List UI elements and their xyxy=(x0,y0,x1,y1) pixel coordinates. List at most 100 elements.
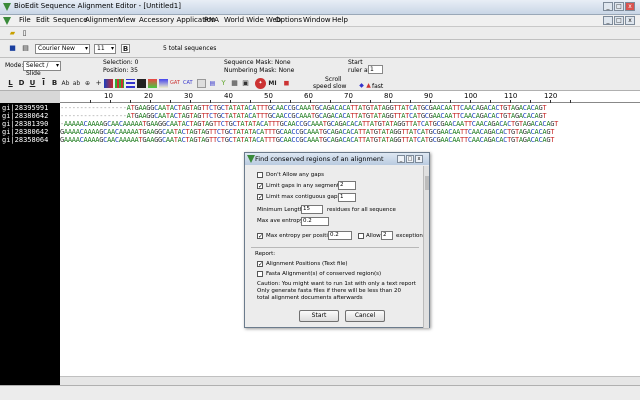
limit-gaps-input[interactable]: 2 xyxy=(338,181,356,190)
info-icon[interactable]: ▤ xyxy=(208,79,217,88)
cat-icon[interactable]: CAT xyxy=(183,79,193,88)
sequence-row[interactable]: -----------------ATGAAGGCAATACTAGTAGTTCT… xyxy=(60,112,547,120)
sequence-count: 5 total sequences xyxy=(163,45,217,52)
ruler-label: 70 xyxy=(344,92,353,100)
doc-close-button[interactable]: x xyxy=(625,16,635,25)
fasta-alignments-checkbox[interactable] xyxy=(257,271,263,277)
only-generate-text: Only generate fasta files if there will … xyxy=(257,288,402,294)
bar-icon[interactable] xyxy=(126,79,135,88)
maximize-button[interactable]: □ xyxy=(614,2,624,11)
ruler-label: 10 xyxy=(104,92,113,100)
fasta-alignments-label: Fasta Alignment(s) of conserved region(s… xyxy=(266,271,382,277)
limit-gaps-checkbox[interactable]: ✓ xyxy=(257,183,263,190)
ruler-label: 100 xyxy=(464,92,478,100)
limit-contiguous-checkbox[interactable]: ✓ xyxy=(257,194,263,201)
insert-gap-icon[interactable]: + xyxy=(94,79,103,88)
dialog-scroll-thumb[interactable] xyxy=(425,176,429,190)
base: T xyxy=(554,120,559,128)
shade-icon[interactable] xyxy=(115,79,124,88)
gradient-icon[interactable] xyxy=(159,79,168,88)
highlight-icon[interactable] xyxy=(148,79,157,88)
sequence-row[interactable]: -AAAAACAAAAGCAACAAAAATGAAGGCAATACTAGTAGT… xyxy=(60,120,558,128)
menu-alignment[interactable]: Alignment xyxy=(85,16,121,24)
menu-view[interactable]: View xyxy=(119,16,136,24)
sequence-name[interactable]: gi|28395991 xyxy=(2,104,48,112)
dialog-scrollbar[interactable] xyxy=(423,166,429,328)
restriction-map-icon[interactable]: ✦ xyxy=(255,78,266,89)
print-icon[interactable]: ▤ xyxy=(21,44,30,53)
ruler-label: 80 xyxy=(384,92,393,100)
table-icon[interactable]: ▣ xyxy=(241,79,250,88)
grid-icon[interactable]: ▦ xyxy=(230,79,239,88)
max-entropy-label: Max entropy per position: xyxy=(266,233,337,239)
doc-restore-button[interactable]: □ xyxy=(614,16,624,25)
start-ruler-input[interactable]: 1 xyxy=(368,65,383,74)
menu-options[interactable]: Options xyxy=(275,16,302,24)
double-bold-icon[interactable]: D xyxy=(17,79,26,88)
sequence-format-icon[interactable]: Ab xyxy=(61,79,70,88)
ruler-label: 30 xyxy=(184,92,193,100)
dialog-close-button[interactable]: x xyxy=(415,155,423,163)
ruler-label: 90 xyxy=(424,92,433,100)
sequence-row[interactable]: GAAAACAAAAGCAACAAAAATGAAGGCAATACTAGTAGTT… xyxy=(60,128,554,136)
gat-icon[interactable]: GAT xyxy=(170,79,180,88)
max-ave-entropy-label: Max ave entropy xyxy=(257,218,304,224)
limit-contiguous-input[interactable]: 1 xyxy=(338,193,356,202)
menu-file[interactable]: File xyxy=(19,16,31,24)
menu-help[interactable]: Help xyxy=(332,16,348,24)
sequence-row[interactable]: GAAAACAAAAGCAACAAAAATGAAGGCAATACTAGTAGTT… xyxy=(60,136,554,144)
menu-edit[interactable]: Edit xyxy=(36,16,50,24)
underline-bold-icon[interactable]: L xyxy=(6,79,15,88)
box-icon[interactable] xyxy=(197,79,206,88)
allow-exceptions-checkbox[interactable] xyxy=(358,233,364,239)
max-entropy-input[interactable]: 0.2 xyxy=(328,231,352,240)
mi-icon[interactable]: MI xyxy=(268,79,277,88)
new-document-icon[interactable]: ▯ xyxy=(20,29,29,38)
cancel-button[interactable]: Cancel xyxy=(345,310,385,322)
dialog-maximize-button[interactable]: □ xyxy=(406,155,414,163)
dialog-minimize-button[interactable]: _ xyxy=(397,155,405,163)
underline-icon[interactable]: U xyxy=(28,79,37,88)
toolbar-mode: Mode: Select / Slide Selection: 0 Positi… xyxy=(0,58,640,77)
minimize-button[interactable]: _ xyxy=(603,2,613,11)
base: T xyxy=(542,104,547,112)
doc-minimize-button[interactable]: _ xyxy=(603,16,613,25)
menu-sequence[interactable]: Sequence xyxy=(53,16,88,24)
start-button[interactable]: Start xyxy=(299,310,339,322)
sequence-name[interactable]: gi|28358064 xyxy=(2,136,48,144)
sequence-row[interactable]: -----------------ATGAAGGCAATACTAGTAGTTCT… xyxy=(60,104,547,112)
font-select[interactable]: Courier New xyxy=(35,44,90,54)
color-icon[interactable] xyxy=(104,79,113,88)
menu-rna[interactable]: RNA xyxy=(204,16,219,24)
dialog-icon xyxy=(247,155,255,163)
open-folder-icon[interactable]: ▰ xyxy=(8,29,17,38)
sequence-name[interactable]: gi|28380642 xyxy=(2,112,48,120)
format-icon[interactable]: B xyxy=(50,79,59,88)
allow-input[interactable]: 2 xyxy=(381,231,393,240)
sequence-name[interactable]: gi|28381390 xyxy=(2,120,48,128)
case-icon[interactable]: ab xyxy=(72,79,81,88)
blast-icon[interactable]: ◼ xyxy=(282,79,291,88)
allow-label: Allow xyxy=(366,233,381,239)
black-icon[interactable] xyxy=(137,79,146,88)
overline-icon[interactable]: I xyxy=(39,79,48,88)
dont-allow-gaps-checkbox[interactable] xyxy=(257,172,263,178)
save-icon[interactable]: ■ xyxy=(8,44,17,53)
min-length-label: Minimum Length: xyxy=(257,207,306,213)
alignment-positions-checkbox[interactable]: ✓ xyxy=(257,261,263,268)
max-ave-entropy-input[interactable]: 0.2 xyxy=(301,217,329,226)
mode-select[interactable]: Select / Slide xyxy=(23,61,61,77)
lock-icon[interactable]: ⊕ xyxy=(83,79,92,88)
sequence-name[interactable]: gi|28380642 xyxy=(2,128,48,136)
horizontal-scrollbar[interactable] xyxy=(60,376,640,385)
min-length-input[interactable]: 15 xyxy=(301,205,323,214)
alignment-positions-label: Alignment Positions (Text file) xyxy=(266,261,348,267)
menu-world-wide-web[interactable]: World Wide Web xyxy=(224,16,281,24)
start-label: Start xyxy=(348,59,363,66)
font-size-select[interactable]: 11 xyxy=(94,44,116,54)
max-entropy-checkbox[interactable]: ✓ xyxy=(257,233,263,240)
tree-icon[interactable]: Y xyxy=(219,79,228,88)
close-button[interactable]: x xyxy=(625,2,635,11)
bold-button[interactable]: B xyxy=(121,44,130,53)
menu-window[interactable]: Window xyxy=(303,16,331,24)
